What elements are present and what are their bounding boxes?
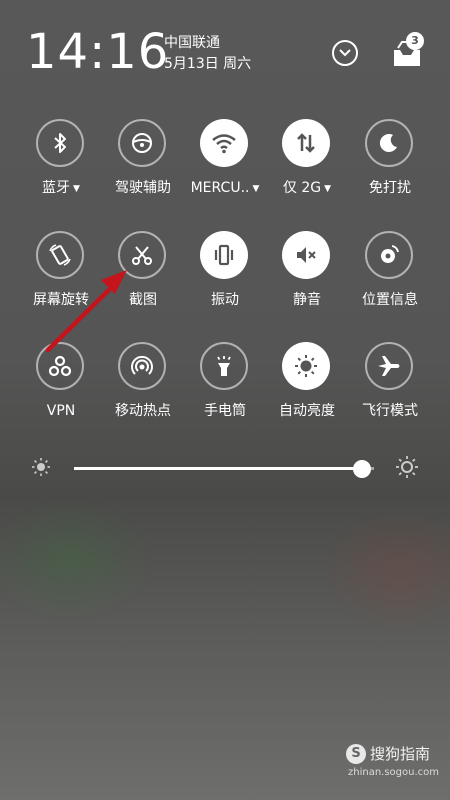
mute-icon <box>297 247 316 263</box>
dropdown-caret-icon: ▼ <box>73 184 80 194</box>
status-header: 14:16 中国联通 5月13日 周六 3 <box>0 0 450 100</box>
sun-icon <box>295 355 317 377</box>
flashlight-icon <box>217 356 231 376</box>
tile-circle <box>36 342 84 390</box>
moon-icon <box>379 134 397 153</box>
watermark-text: 搜狗指南 <box>370 745 431 763</box>
tile-circle <box>365 231 413 279</box>
tile-circle <box>282 342 330 390</box>
notification-count-badge: 3 <box>406 32 424 50</box>
date: 5月13日 周六 <box>164 56 252 72</box>
tile-label: 位置信息 <box>362 292 418 308</box>
airplane-icon <box>378 356 400 376</box>
wifi-icon <box>212 134 236 154</box>
tile-circle <box>36 119 84 167</box>
vibrate-icon <box>214 244 234 266</box>
brightness-slider-thumb[interactable] <box>353 460 371 478</box>
tile-label: 飞行模式 <box>362 403 418 419</box>
tile-circle <box>200 119 248 167</box>
watermark-url: zhinan.sogou.com <box>348 767 440 778</box>
brightness-slider-fill <box>74 467 362 470</box>
data-arrows-icon <box>297 133 315 153</box>
steering-wheel-icon <box>132 133 152 153</box>
brightness-low-icon <box>32 458 50 476</box>
expand-panel-button[interactable] <box>332 40 358 66</box>
tile-circle <box>118 231 166 279</box>
clock: 14:16 <box>26 24 170 80</box>
tile-circle <box>282 119 330 167</box>
location-icon <box>381 245 399 263</box>
tile-circle <box>36 231 84 279</box>
tile-circle <box>200 342 248 390</box>
brightness-high-icon <box>396 456 418 478</box>
dropdown-caret-icon: ▼ <box>324 184 332 194</box>
bluetooth-icon <box>54 133 66 153</box>
vpn-icon <box>48 355 72 377</box>
hotspot-icon <box>131 355 153 375</box>
scissors-icon <box>132 246 152 265</box>
tile-circle <box>200 231 248 279</box>
carrier-name: 中国联通 <box>164 35 220 51</box>
tile-label: 免打扰 <box>369 180 411 196</box>
tile-circle <box>118 119 166 167</box>
rotate-icon <box>49 244 71 266</box>
sogou-logo: S <box>346 744 366 764</box>
brightness-control <box>0 448 450 488</box>
tile-circle <box>118 342 166 390</box>
tile-circle <box>365 342 413 390</box>
tile-circle <box>282 231 330 279</box>
tile-circle <box>365 119 413 167</box>
chevron-down-icon <box>339 49 351 57</box>
